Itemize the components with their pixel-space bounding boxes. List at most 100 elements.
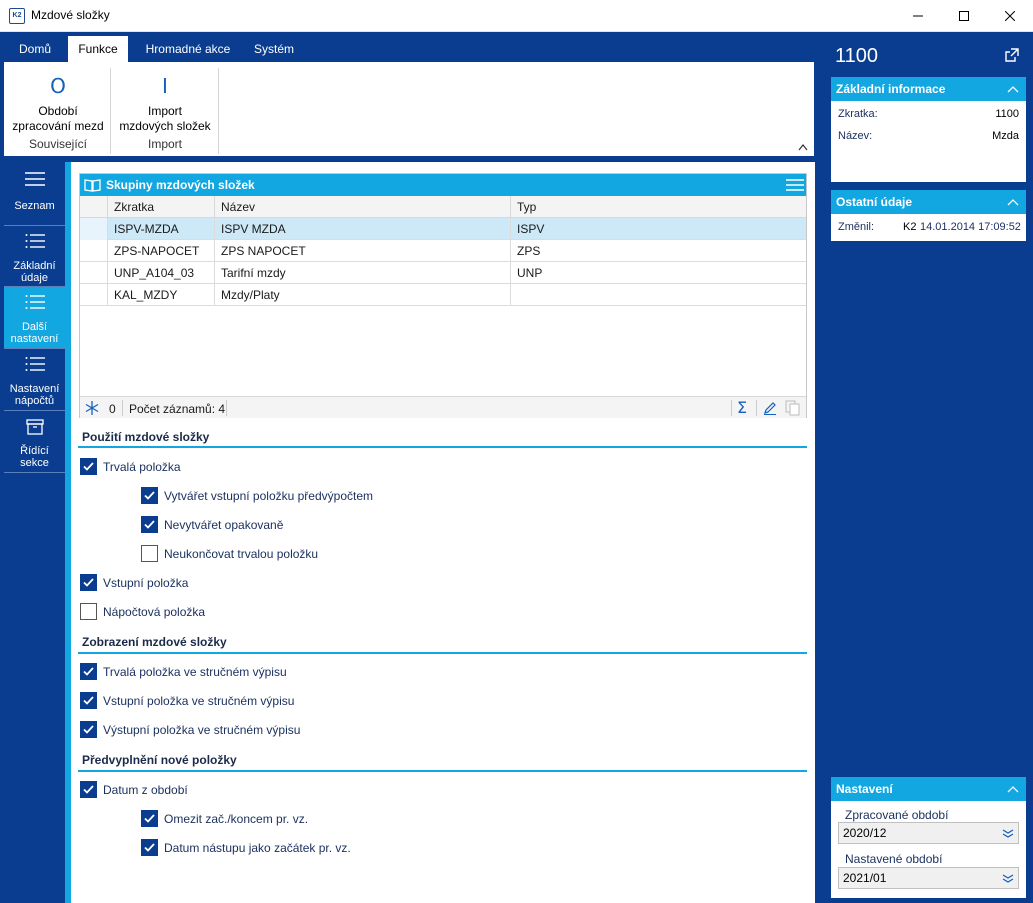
checkbox-checked-icon[interactable] (141, 487, 158, 504)
checkbox-checked-icon[interactable] (80, 458, 97, 475)
minimize-button[interactable] (895, 0, 941, 32)
grid-title: Skupiny mzdových složek (106, 178, 255, 192)
table-row[interactable]: ISPV-MZDA ISPV MZDA ISPV (80, 218, 806, 240)
sidebar-item-seznam[interactable]: Seznam (4, 172, 65, 224)
chevron-up-icon (1007, 786, 1019, 793)
edit-pencil-icon[interactable] (763, 401, 777, 415)
import-button[interactable]: I Import mzdových složek (114, 72, 216, 134)
filter-count: 0 (109, 402, 116, 416)
maximize-button[interactable] (941, 0, 987, 32)
nazev-value: Mzda (992, 130, 1019, 142)
sidebar-item-label: Seznam (14, 200, 55, 212)
checkbox-label: Nápočtová položka (103, 604, 206, 619)
column-header-zkratka[interactable]: Zkratka (107, 196, 214, 218)
sidebar-item-ridici-sekce[interactable]: Řídící sekce (4, 411, 65, 472)
row-selector[interactable] (80, 218, 107, 240)
checkbox-checked-icon[interactable] (141, 516, 158, 533)
checkbox-unchecked-icon[interactable] (141, 545, 158, 562)
double-chevron-down-icon (1002, 829, 1014, 838)
tab-system[interactable]: Systém (248, 36, 300, 62)
cell-nazev: Tarifní mzdy (214, 262, 510, 284)
cell-zkratka: ISPV-MZDA (107, 218, 214, 240)
checkbox-checked-icon[interactable] (141, 839, 158, 856)
checkbox-checked-icon[interactable] (141, 810, 158, 827)
checkbox-trvala-polozka[interactable]: Trvalá položka (80, 458, 181, 475)
cell-nazev: Mzdy/Platy (214, 284, 510, 306)
period-button[interactable]: O Období zpracování mezd (8, 72, 108, 134)
checkbox-checked-icon[interactable] (80, 574, 97, 591)
checkbox-checked-icon[interactable] (80, 692, 97, 709)
ribbon-tabs: Domů Funkce Hromadné akce Systém (4, 36, 814, 62)
checkbox-vstupni-strucny[interactable]: Vstupní položka ve stručném výpisu (80, 692, 294, 709)
window-title: Mzdové složky (31, 8, 110, 22)
ribbon-group-label: Import (147, 137, 182, 151)
column-header-typ[interactable]: Typ (510, 196, 806, 218)
checkbox-label: Vstupní položka (103, 575, 189, 590)
grid-column-headers: Zkratka Název Typ (80, 196, 806, 218)
checkbox-checked-icon[interactable] (80, 781, 97, 798)
checkbox-label: Datum z období (103, 782, 188, 797)
record-count: Počet záznamů: 4 (129, 402, 226, 416)
ribbon-collapse-button[interactable] (798, 142, 808, 154)
sidebar-item-zakladni-udaje[interactable]: Základní údaje (4, 226, 65, 286)
sidebar-item-nastaveni-napoctu[interactable]: Nastavení nápočtů (4, 349, 65, 410)
tab-hromadne-akce[interactable]: Hromadné akce (138, 36, 238, 62)
checkbox-nevytvaret-opakovane[interactable]: Nevytvářet opakovaně (141, 516, 283, 533)
sidebar-item-dalsi-nastaveni[interactable]: Další nastavení (4, 287, 65, 348)
cell-zkratka: UNP_A104_03 (107, 262, 214, 284)
table-row[interactable]: UNP_A104_03 Tarifní mzdy UNP (80, 262, 806, 284)
ribbon-separator (110, 68, 111, 154)
checkbox-unchecked-icon[interactable] (80, 603, 97, 620)
menu-icon[interactable] (786, 178, 804, 192)
zkratka-value: 1100 (995, 108, 1019, 120)
import-button-label-2: mzdových složek (119, 119, 211, 133)
tab-funkce[interactable]: Funkce (68, 36, 128, 62)
checkbox-napoctova-polozka[interactable]: Nápočtová položka (80, 603, 205, 620)
nazev-label: Název: (838, 130, 873, 142)
pop-out-icon[interactable] (1005, 48, 1019, 62)
checkbox-neukoncovat[interactable]: Neukončovat trvalou položku (141, 545, 318, 562)
list-icon (24, 172, 45, 186)
grid-header: Skupiny mzdových složek (80, 174, 806, 196)
column-header-nazev[interactable]: Název (214, 196, 510, 218)
processed-period-label: Zpracované období (845, 808, 949, 822)
checkbox-label: Vstupní položka ve stručném výpisu (103, 693, 295, 708)
basic-info-header[interactable]: Základní informace (831, 77, 1026, 101)
sidebar-item-label: Další nastavení (10, 321, 59, 345)
cell-typ (510, 284, 806, 306)
close-button[interactable] (987, 0, 1033, 32)
checkbox-label: Trvalá položka (103, 459, 181, 474)
checkbox-trvala-strucny[interactable]: Trvalá položka ve stručném výpisu (80, 663, 287, 680)
processed-period-select[interactable]: 2020/12 (838, 822, 1019, 844)
checkbox-datum-z-obdobi[interactable]: Datum z období (80, 781, 188, 798)
table-row[interactable]: ZPS-NAPOCET ZPS NAPOCET ZPS (80, 240, 806, 262)
sum-icon[interactable]: Σ (737, 398, 747, 417)
grid-footer: 0 Počet záznamů: 4 Σ (80, 396, 806, 418)
checkbox-omezit[interactable]: Omezit zač./koncem pr. vz. (141, 810, 308, 827)
checkbox-vystupni-strucny[interactable]: Výstupní položka ve stručném výpisu (80, 721, 300, 738)
section-divider (78, 770, 807, 772)
close-icon (1005, 11, 1015, 21)
period-icon: O (50, 74, 66, 98)
filter-snowflake-icon[interactable] (85, 401, 99, 415)
settings-header[interactable]: Nastavení (831, 777, 1026, 801)
checkbox-checked-icon[interactable] (80, 663, 97, 680)
checkbox-vstupni-polozka[interactable]: Vstupní položka (80, 574, 188, 591)
cell-zkratka: KAL_MZDY (107, 284, 214, 306)
tab-domu[interactable]: Domů (10, 36, 60, 62)
other-info-header[interactable]: Ostatní údaje (831, 190, 1026, 214)
checkbox-vytvaret-predvypoctem[interactable]: Vytvářet vstupní položku předvýpočtem (141, 487, 373, 504)
set-period-value: 2021/01 (843, 871, 887, 885)
set-period-select[interactable]: 2021/01 (838, 867, 1019, 889)
table-row[interactable]: KAL_MZDY Mzdy/Platy (80, 284, 806, 306)
checkbox-datum-nastupu[interactable]: Datum nástupu jako začátek pr. vz. (141, 839, 351, 856)
chevron-up-icon (1007, 86, 1019, 93)
sidebar-item-label: Řídící sekce (20, 445, 49, 469)
processed-period-value: 2020/12 (843, 826, 887, 840)
import-icon: I (162, 74, 168, 98)
changed-date: 14.01.2014 17:09:52 (920, 221, 1021, 233)
checkbox-checked-icon[interactable] (80, 721, 97, 738)
section-title-usage: Použití mzdové složky (82, 430, 210, 444)
changed-label: Změnil: (838, 221, 875, 233)
ribbon-group-label: Související (28, 137, 88, 151)
